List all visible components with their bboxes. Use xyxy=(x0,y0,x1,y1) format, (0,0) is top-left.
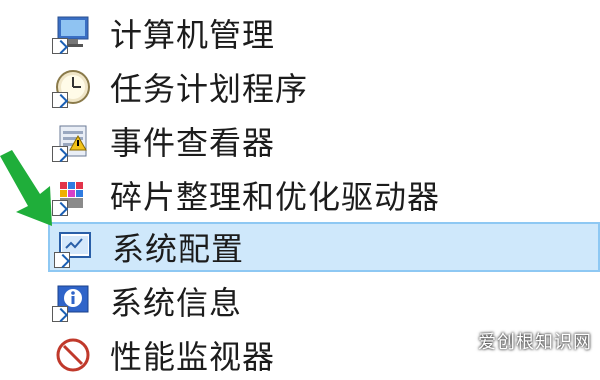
shortcut-arrow-icon xyxy=(52,306,68,322)
computer-management-icon xyxy=(52,14,92,54)
menu-item-event-viewer[interactable]: 事件查看器 xyxy=(48,116,600,166)
shortcut-arrow-icon xyxy=(52,92,68,108)
green-arrow-icon xyxy=(0,150,52,226)
menu-item-label: 事件查看器 xyxy=(110,124,276,162)
menu-item-label: 性能监视器 xyxy=(110,338,276,376)
system-information-icon xyxy=(52,282,92,322)
menu-item-system-information[interactable]: 系统信息 xyxy=(48,276,600,326)
menu-item-label: 计算机管理 xyxy=(110,16,276,54)
shortcut-arrow-icon xyxy=(52,38,68,54)
shortcut-arrow-icon xyxy=(54,252,70,268)
system-configuration-icon xyxy=(54,228,94,268)
performance-monitor-icon xyxy=(54,336,92,374)
menu-item-computer-management[interactable]: 计算机管理 xyxy=(48,8,600,58)
menu-item-task-scheduler[interactable]: 任务计划程序 xyxy=(48,62,600,112)
menu-item-label: 碎片整理和优化驱动器 xyxy=(110,178,441,216)
watermark: 爱创根知识网 xyxy=(478,332,592,353)
admin-tools-menu: 计算机管理 任务计划程序 事件查看器 碎片整理和优化驱动器 系统配置 系统信息 … xyxy=(0,0,600,376)
menu-item-label: 任务计划程序 xyxy=(110,70,309,108)
defragment-icon xyxy=(52,176,92,216)
menu-item-defragment[interactable]: 碎片整理和优化驱动器 xyxy=(48,170,600,220)
menu-item-label: 系统信息 xyxy=(110,284,243,322)
menu-item-label: 系统配置 xyxy=(112,230,245,268)
event-viewer-icon xyxy=(52,122,92,162)
menu-item-system-configuration[interactable]: 系统配置 xyxy=(48,222,600,272)
task-scheduler-icon xyxy=(52,68,92,108)
